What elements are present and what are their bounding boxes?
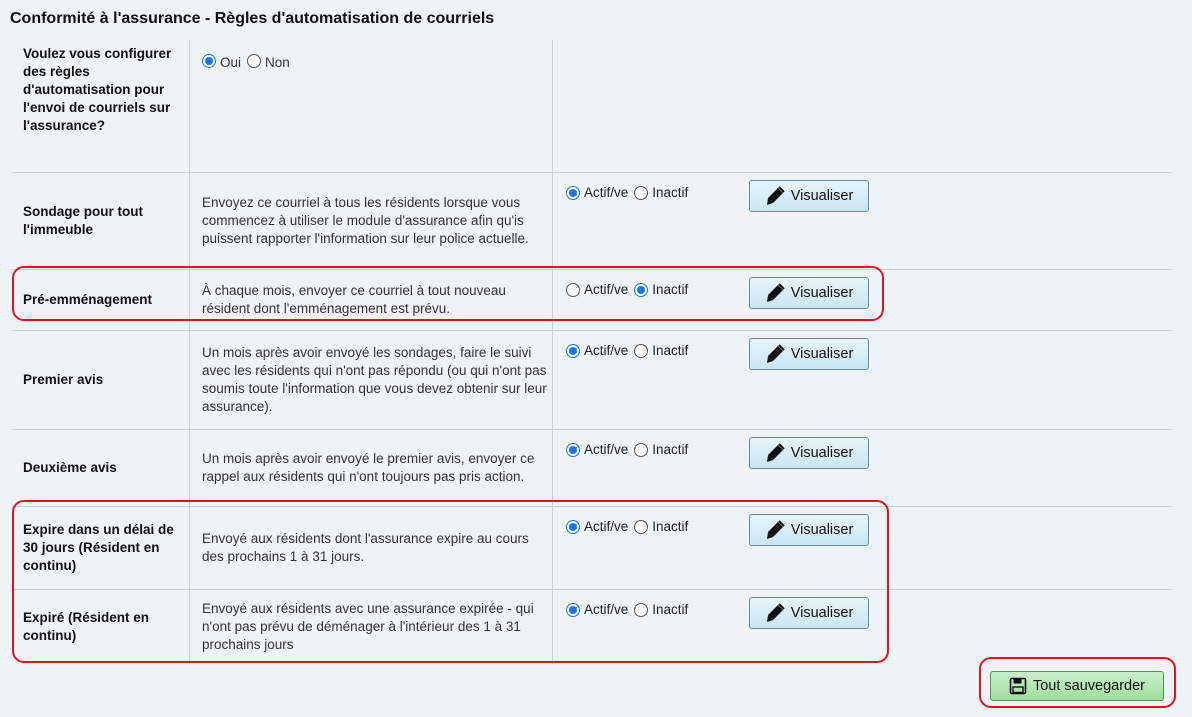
page-title: Conformité à l'assurance - Règles d'auto…: [10, 10, 495, 27]
active-radio[interactable]: [566, 343, 580, 358]
rule-description: Un mois après avoir envoyé le premier av…: [190, 430, 553, 506]
rule-row-first-notice: Premier avis Un mois après avoir envoyé …: [12, 331, 1172, 430]
inactive-radio[interactable]: [634, 185, 649, 200]
view-button[interactable]: Visualiser: [749, 338, 869, 370]
setup-yes-label: Oui: [220, 55, 242, 70]
view-button[interactable]: Visualiser: [749, 437, 869, 469]
setup-empty-cell: [553, 40, 1172, 172]
floppy-disk-icon: [1009, 677, 1027, 695]
status-radio-group: Actif/ve Inactif: [566, 185, 694, 200]
rule-controls: Actif/ve Inactif Visualiser: [553, 430, 1172, 506]
view-button[interactable]: Visualiser: [749, 180, 869, 212]
save-all-label: Tout sauvegarder: [1032, 678, 1146, 694]
view-button-label: Visualiser: [790, 346, 854, 362]
inactive-label: Inactif: [652, 343, 689, 358]
inactive-label: Inactif: [652, 442, 689, 457]
rule-row-building-survey: Sondage pour tout l'immeuble Envoyez ce …: [12, 173, 1172, 270]
status-radio-group: Actif/ve Inactif: [566, 343, 694, 358]
inactive-radio[interactable]: [634, 442, 649, 457]
setup-no-radio[interactable]: [247, 54, 262, 68]
setup-options: Oui Non: [190, 40, 553, 172]
rule-row-second-notice: Deuxième avis Un mois après avoir envoyé…: [12, 430, 1172, 507]
rule-name: Sondage pour tout l'immeuble: [12, 173, 190, 269]
active-radio[interactable]: [566, 442, 580, 457]
rule-controls: Actif/ve Inactif Visualiser: [553, 331, 1172, 429]
rule-description: Envoyez ce courriel à tous les résidents…: [190, 173, 553, 269]
view-button-label: Visualiser: [790, 188, 854, 204]
active-label: Actif/ve: [584, 185, 629, 200]
rule-description: Un mois après avoir envoyé les sondages,…: [190, 331, 553, 429]
inactive-label: Inactif: [652, 185, 689, 200]
rule-name: Premier avis: [12, 331, 190, 429]
setup-yes-radio[interactable]: [202, 54, 216, 68]
setup-question: Voulez vous configurer des règles d'auto…: [12, 40, 190, 172]
inactive-radio[interactable]: [634, 343, 649, 358]
highlight-expiry-rules: [12, 500, 889, 663]
save-all-button[interactable]: Tout sauvegarder: [990, 671, 1164, 701]
pen-icon: [766, 186, 785, 205]
rule-controls: Actif/ve Inactif Visualiser: [553, 173, 1172, 269]
active-label: Actif/ve: [584, 442, 629, 457]
active-radio[interactable]: [566, 185, 580, 200]
view-button-label: Visualiser: [790, 445, 854, 461]
pen-icon: [766, 443, 785, 462]
pen-icon: [766, 344, 785, 363]
rule-name: Deuxième avis: [12, 430, 190, 506]
setup-row: Voulez vous configurer des règles d'auto…: [12, 40, 1172, 173]
highlight-pre-move-in: [12, 266, 884, 321]
status-radio-group: Actif/ve Inactif: [566, 442, 694, 457]
active-label: Actif/ve: [584, 343, 629, 358]
setup-no-label: Non: [265, 55, 290, 70]
